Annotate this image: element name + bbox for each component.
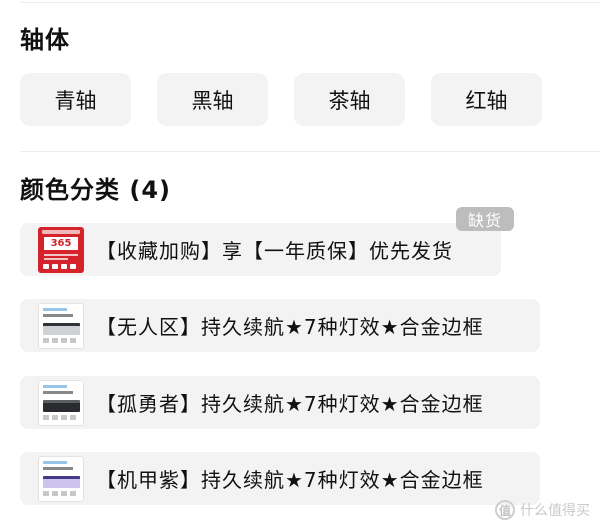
switch-section-title: 轴体 (20, 26, 70, 54)
switch-option-blue[interactable]: 青轴 (20, 73, 131, 126)
color-variant-label: 【机甲紫】持久续航★7种灯效★合金边框 (96, 468, 484, 492)
out-of-stock-badge: 缺货 (456, 207, 514, 231)
keyboard-black-thumbnail (38, 379, 84, 426)
color-variant-label: 【收藏加购】享【一年质保】优先发货 (96, 239, 453, 263)
promo-thumbnail-number: 365 (44, 236, 78, 250)
switch-options: 青轴 黑轴 茶轴 红轴 (20, 73, 542, 126)
switch-option-red[interactable]: 红轴 (431, 73, 542, 126)
promo-thumbnail: 365 (38, 226, 84, 273)
watermark: 值 什么值得买 (495, 500, 590, 520)
color-section-title: 颜色分类 (4) (20, 176, 171, 204)
color-variant-label: 【无人区】持久续航★7种灯效★合金边框 (96, 315, 484, 339)
switch-option-black[interactable]: 黑轴 (157, 73, 268, 126)
watermark-logo-icon: 值 (495, 500, 515, 520)
top-divider (20, 2, 600, 3)
color-variant-lone-hero[interactable]: 【孤勇者】持久续航★7种灯效★合金边框 (20, 376, 540, 429)
color-variant-promo[interactable]: 365 【收藏加购】享【一年质保】优先发货 (20, 223, 501, 276)
section-divider (20, 151, 600, 152)
watermark-text: 什么值得买 (520, 503, 590, 519)
color-variant-label: 【孤勇者】持久续航★7种灯效★合金边框 (96, 392, 484, 416)
color-variant-no-mans-land[interactable]: 【无人区】持久续航★7种灯效★合金边框 (20, 299, 540, 352)
color-variant-mecha-purple[interactable]: 【机甲紫】持久续航★7种灯效★合金边框 (20, 452, 540, 505)
keyboard-white-thumbnail (38, 302, 84, 349)
keyboard-purple-thumbnail (38, 455, 84, 502)
switch-option-brown[interactable]: 茶轴 (294, 73, 405, 126)
